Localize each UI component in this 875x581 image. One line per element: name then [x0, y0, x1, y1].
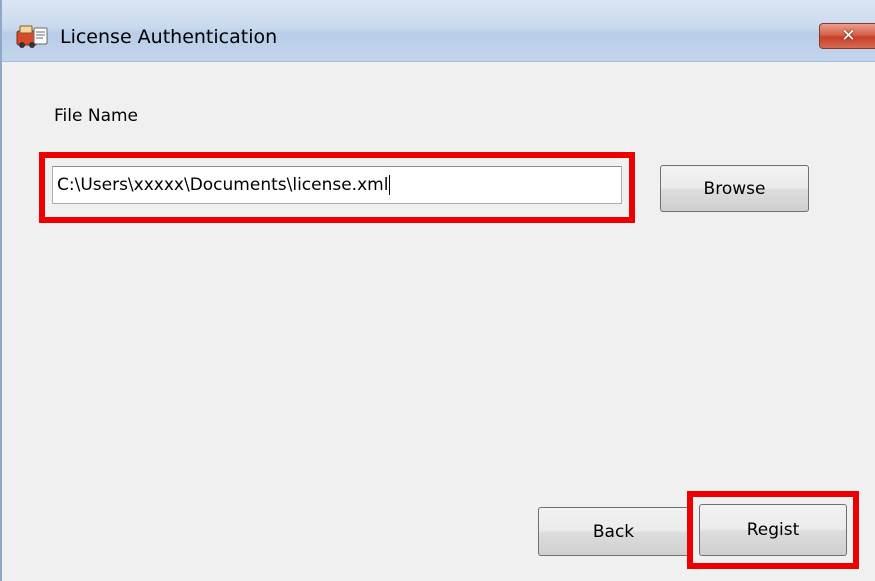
title-bar[interactable]: License Authentication ✕: [2, 0, 875, 62]
license-authentication-window: License Authentication ✕ File Name C:\Us…: [0, 0, 875, 581]
close-button[interactable]: ✕: [819, 23, 875, 49]
file-path-input[interactable]: C:\Users\xxxxx\Documents\license.xml: [52, 166, 622, 204]
regist-button-label: Regist: [746, 520, 800, 540]
regist-button[interactable]: Regist: [699, 504, 847, 556]
window-title: License Authentication: [60, 26, 278, 48]
back-button[interactable]: Back: [538, 507, 689, 556]
license-app-icon: [16, 25, 48, 48]
file-path-text: C:\Users\xxxxx\Documents\license.xml: [57, 175, 389, 195]
browse-button-label: Browse: [703, 178, 766, 199]
file-name-label: File Name: [54, 106, 139, 126]
browse-button[interactable]: Browse: [660, 165, 809, 212]
back-button-label: Back: [592, 521, 635, 542]
text-caret: [389, 175, 391, 195]
close-icon: ✕: [841, 26, 856, 46]
